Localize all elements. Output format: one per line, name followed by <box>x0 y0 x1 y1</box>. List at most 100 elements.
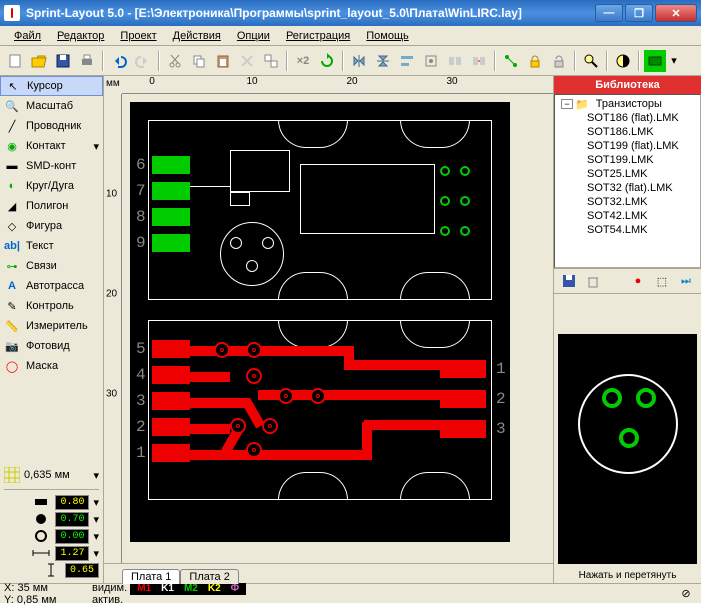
tree-item[interactable]: SOT199.LMK <box>557 153 698 167</box>
tool-drc[interactable]: ✎Контроль <box>0 296 103 316</box>
tool-polygon[interactable]: ◢Полигон <box>0 196 103 216</box>
tool-link[interactable]: ⊶Связи <box>0 256 103 276</box>
tree-item[interactable]: SOT199 (flat).LMK <box>557 139 698 153</box>
chevron-down-icon: ▾ <box>93 469 99 482</box>
app-icon <box>4 5 20 21</box>
measure-icon: 📏 <box>4 318 20 334</box>
tool-autoroute[interactable]: AАвтотрасса <box>0 276 103 296</box>
tool-label: Контроль <box>26 300 74 312</box>
val-row[interactable]: 0.65 <box>4 562 99 578</box>
zoom-2x-button[interactable]: ×2 <box>292 50 314 72</box>
tree-item[interactable]: SOT42.LMK <box>557 209 698 223</box>
new-icon[interactable] <box>4 50 26 72</box>
save-icon[interactable] <box>52 50 74 72</box>
menu-file[interactable]: Файл <box>6 28 49 44</box>
tool-arc[interactable]: ◐Круг/Дуга <box>0 176 103 196</box>
tool-photoview[interactable]: 📷Фотовид <box>0 336 103 356</box>
tool-cursor[interactable]: ↖Курсор <box>0 76 103 96</box>
lib-delete-icon[interactable] <box>582 270 604 292</box>
tool-label: Курсор <box>27 80 63 92</box>
close-button[interactable]: ✕ <box>655 4 697 22</box>
cut-icon[interactable] <box>164 50 186 72</box>
tree-item[interactable]: SOT54.LMK <box>557 223 698 237</box>
tool-measure[interactable]: 📏Измеритель <box>0 316 103 336</box>
photoview-icon: 📷 <box>4 338 20 354</box>
tool-mask[interactable]: ◯Маска <box>0 356 103 376</box>
tool-label: Контакт <box>26 140 66 152</box>
rotate-icon[interactable] <box>316 50 338 72</box>
tool-smd[interactable]: ▬SMD-конт <box>0 156 103 176</box>
tab-board-2[interactable]: Плата 2 <box>180 569 238 584</box>
menu-registration[interactable]: Регистрация <box>278 28 358 44</box>
tree-item[interactable]: SOT32 (flat).LMK <box>557 181 698 195</box>
lock-icon[interactable] <box>524 50 546 72</box>
scanner-icon[interactable] <box>644 50 666 72</box>
mirror-v-icon[interactable] <box>372 50 394 72</box>
val-row[interactable]: 1.27 ▾ <box>4 545 99 561</box>
val-row[interactable]: 0.80▾ <box>4 494 99 510</box>
ungroup-icon[interactable] <box>468 50 490 72</box>
delete-icon[interactable] <box>236 50 258 72</box>
chevron-down-icon: ▾ <box>93 530 99 543</box>
tool-zoom[interactable]: 🔍Масштаб <box>0 96 103 116</box>
tree-item[interactable]: SOT186.LMK <box>557 125 698 139</box>
group-icon[interactable] <box>444 50 466 72</box>
val-row[interactable]: 0.70▾ <box>4 511 99 527</box>
duplicate-icon[interactable] <box>260 50 282 72</box>
pad-in-icon <box>31 529 51 543</box>
connections-icon[interactable] <box>500 50 522 72</box>
open-icon[interactable] <box>28 50 50 72</box>
pad-out-icon <box>31 512 51 526</box>
status-coords: X: 35 мм Y: 0,85 мм <box>4 582 84 606</box>
track-icon: ╱ <box>4 118 20 134</box>
minimize-button[interactable]: — <box>595 4 623 22</box>
tree-item[interactable]: SOT32.LMK <box>557 195 698 209</box>
menu-project[interactable]: Проект <box>112 28 164 44</box>
maximize-button[interactable]: ❐ <box>625 4 653 22</box>
width-icon <box>31 495 51 509</box>
component-preview[interactable] <box>558 334 697 564</box>
tab-board-1[interactable]: Плата 1 <box>122 569 180 584</box>
menu-help[interactable]: Помощь <box>358 28 417 44</box>
tool-shape[interactable]: ◇Фигура <box>0 216 103 236</box>
contrast-icon[interactable] <box>612 50 634 72</box>
tree-root[interactable]: −📁 Транзисторы <box>557 97 698 111</box>
status-indicator-icon[interactable]: ⊘ <box>675 583 697 605</box>
lib-record-icon[interactable]: ● <box>627 270 649 292</box>
val-row[interactable]: 0.00▾ <box>4 528 99 544</box>
unlock-icon[interactable] <box>548 50 570 72</box>
lib-next-icon[interactable]: ⏭ <box>675 270 697 292</box>
mirror-h-icon[interactable] <box>348 50 370 72</box>
menu-actions[interactable]: Действия <box>165 28 229 44</box>
menubar: Файл Редактор Проект Действия Опции Реги… <box>0 26 701 46</box>
canvas[interactable]: 6 7 8 9 <box>122 94 553 563</box>
menu-editor[interactable]: Редактор <box>49 28 112 44</box>
chevron-down-icon: ▾ <box>93 547 99 560</box>
tool-label: Связи <box>26 260 57 272</box>
ruler-top: 0 10 20 30 <box>122 76 553 94</box>
redo-icon[interactable] <box>132 50 154 72</box>
print-icon[interactable] <box>76 50 98 72</box>
zoom-tool-icon[interactable] <box>580 50 602 72</box>
value-box: 0.65 <box>65 563 99 578</box>
lib-layers-icon[interactable]: ⬚ <box>651 270 673 292</box>
undo-icon[interactable] <box>108 50 130 72</box>
value-box: 1.27 <box>55 546 89 561</box>
tool-track[interactable]: ╱Проводник <box>0 116 103 136</box>
collapse-icon[interactable]: − <box>561 99 573 109</box>
tool-contact[interactable]: ◉Контакт▾ <box>0 136 103 156</box>
paste-icon[interactable] <box>212 50 234 72</box>
lib-save-icon[interactable] <box>558 270 580 292</box>
copy-icon[interactable] <box>188 50 210 72</box>
tree-item[interactable]: SOT25.LMK <box>557 167 698 181</box>
snap-icon[interactable] <box>420 50 442 72</box>
grid-row[interactable]: 0,635 мм ▾ <box>4 465 99 485</box>
tool-text[interactable]: ab|Текст <box>0 236 103 256</box>
dropdown-arrow-icon[interactable]: ▾ <box>668 50 680 72</box>
dim-w-icon <box>31 546 51 560</box>
tree-item[interactable]: SOT186 (flat).LMK <box>557 111 698 125</box>
library-tree[interactable]: −📁 Транзисторы SOT186 (flat).LMK SOT186.… <box>554 94 701 268</box>
zoom-icon: 🔍 <box>4 98 20 114</box>
menu-options[interactable]: Опции <box>229 28 278 44</box>
align-icon[interactable] <box>396 50 418 72</box>
